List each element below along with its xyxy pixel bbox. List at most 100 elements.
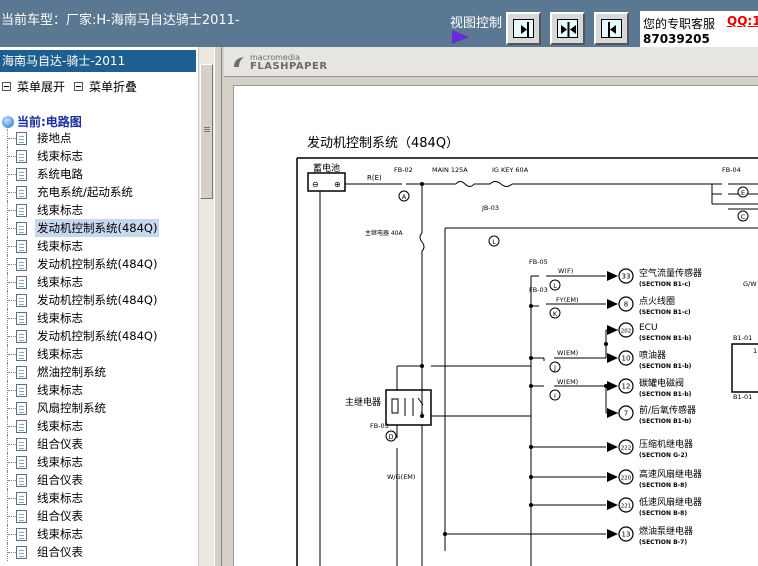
battery-label: 蓄电池 (313, 162, 340, 174)
service-contact-box: 您的专职客服 QQ:1 87039205 (640, 11, 758, 47)
tree-connector (8, 282, 16, 283)
tree-item[interactable]: 线束标志 (0, 273, 198, 291)
fit-arrows-icon (557, 19, 578, 38)
tree-item[interactable]: 线束标志 (0, 345, 198, 363)
tree-item[interactable]: 线束标志 (0, 525, 198, 543)
tree-connector (8, 516, 16, 517)
tree-item-label: 接地点 (37, 131, 72, 145)
main-relay-label: 主继电器 (345, 396, 381, 408)
document-viewer: macromedia FLASHPAPER ⊖ ⊕ 发动机控制系统（484Q） … (224, 47, 758, 566)
fb04-label: FB-04 (722, 166, 741, 174)
tree-connector (8, 264, 16, 265)
tree-item[interactable]: 系统电路 (0, 165, 198, 183)
document-icon (16, 294, 27, 307)
component-name: 碳罐电磁阀 (639, 377, 684, 389)
view-prev-button[interactable] (594, 12, 629, 45)
sidebar-scrollbar[interactable] (198, 47, 214, 566)
tree-item[interactable]: 接地点 (0, 129, 198, 147)
panel-splitter[interactable] (214, 47, 222, 566)
tree-connector (8, 462, 16, 463)
connector-i: I (554, 392, 556, 400)
tree-item-label: 线束标志 (37, 239, 83, 253)
tree-connector (8, 372, 16, 373)
connector-e: E (741, 189, 745, 197)
fb05-label: FB-05 (529, 258, 548, 266)
tree-item[interactable]: 组合仪表 (0, 543, 198, 561)
component-section: (SECTION B1-c) (639, 309, 691, 316)
tree-item[interactable]: 线束标志 (0, 489, 198, 507)
tree-item-label: 线束标志 (37, 383, 83, 397)
component-section: (SECTION G-2) (639, 452, 688, 459)
tree-item[interactable]: 线束标志 (0, 309, 198, 327)
tree-connector (8, 336, 16, 337)
component-name: 燃油泵继电器 (639, 525, 693, 537)
document-icon (16, 240, 27, 253)
document-icon (16, 528, 27, 541)
tree-item[interactable]: 线束标志 (0, 237, 198, 255)
wire-wf-label: W(F) (558, 267, 573, 275)
wire-wgem-label: W/G(EM) (387, 473, 415, 481)
top-bar: 当前车型：厂家:H-海南马自达骑士2011- 视图控制 您的专职客服 QQ:1 … (0, 0, 758, 47)
tree-item[interactable]: 线束标志 (0, 381, 198, 399)
arrow-right-bar-icon (513, 19, 534, 38)
tree-item[interactable]: 发动机控制系统(484Q) (0, 327, 198, 345)
document-icon (16, 438, 27, 451)
document-icon (16, 366, 27, 379)
tree-item[interactable]: 发动机控制系统(484Q) (0, 219, 198, 237)
tree-connector (8, 354, 16, 355)
tree-item-label: 线束标志 (37, 149, 83, 163)
connector-a: A (402, 193, 407, 201)
menu-expand-label: 菜单展开 (17, 80, 66, 94)
service-qq-link[interactable]: QQ:1 (727, 14, 758, 28)
component-number: 8 (624, 301, 628, 309)
tree-item[interactable]: 发动机控制系统(484Q) (0, 291, 198, 309)
tree-item[interactable]: 发动机控制系统(484Q) (0, 255, 198, 273)
document-icon (16, 186, 27, 199)
connector-j: J (553, 364, 556, 372)
wire-re-label: R(E) (367, 174, 382, 182)
logo-bottom-text: FLASHPAPER (250, 61, 328, 72)
grip-icon (204, 127, 210, 128)
fb03-label-lower: FB-03 (370, 422, 389, 430)
connector-d: D (388, 433, 393, 441)
component-section: (SECTION B-7) (639, 539, 687, 546)
tree-item[interactable]: 组合仪表 (0, 507, 198, 525)
tree-item[interactable]: 线束标志 (0, 417, 198, 435)
component-number: 222 (621, 446, 632, 452)
tree-list: 接地点 线束标志 系统电路 充电系统/起动系统 线束标志 发动机控制系统(484Q) 线束标… (0, 129, 198, 561)
tree-root[interactable]: 当前:电路图 (2, 113, 82, 130)
tree-connector (8, 534, 16, 535)
tree-item[interactable]: 组合仪表 (0, 471, 198, 489)
pin-1-label: 1 (753, 347, 757, 355)
tree-connector (8, 210, 16, 211)
tree-item-label: 组合仪表 (37, 473, 83, 487)
tree-item-label: 线束标志 (37, 455, 83, 469)
tree-item[interactable]: 充电系统/起动系统 (0, 183, 198, 201)
document-icon (16, 204, 27, 217)
document-icon (16, 384, 27, 397)
tree-item[interactable]: 组合仪表 (0, 435, 198, 453)
fb02-label: FB-02 (394, 166, 413, 174)
connector-c: C (741, 213, 746, 221)
tree-item[interactable]: 燃油控制系统 (0, 363, 198, 381)
tree-item[interactable]: 风扇控制系统 (0, 399, 198, 417)
tree-item[interactable]: 线束标志 (0, 201, 198, 219)
connector-l-2: L (553, 282, 557, 290)
view-fit-button[interactable] (550, 12, 585, 45)
document-icon (16, 222, 27, 235)
component-name: 压缩机继电器 (639, 438, 693, 450)
tree-item[interactable]: 线束标志 (0, 147, 198, 165)
menu-collapse-button[interactable]: 菜单折叠 (74, 78, 137, 95)
component-number: 221 (621, 504, 632, 510)
tree-connector (8, 444, 16, 445)
view-pointer-icon (452, 30, 469, 44)
tree-item[interactable]: 线束标志 (0, 453, 198, 471)
scrollbar-thumb[interactable] (200, 64, 213, 199)
tree-connector (8, 246, 16, 247)
menu-collapse-label: 菜单折叠 (89, 80, 138, 94)
component-section: (SECTION B1-b) (639, 335, 692, 342)
view-next-button[interactable] (506, 12, 541, 45)
service-qq-number: 87039205 (643, 32, 710, 46)
menu-expand-button[interactable]: 菜单展开 (2, 78, 65, 95)
tree-connector (8, 228, 16, 229)
